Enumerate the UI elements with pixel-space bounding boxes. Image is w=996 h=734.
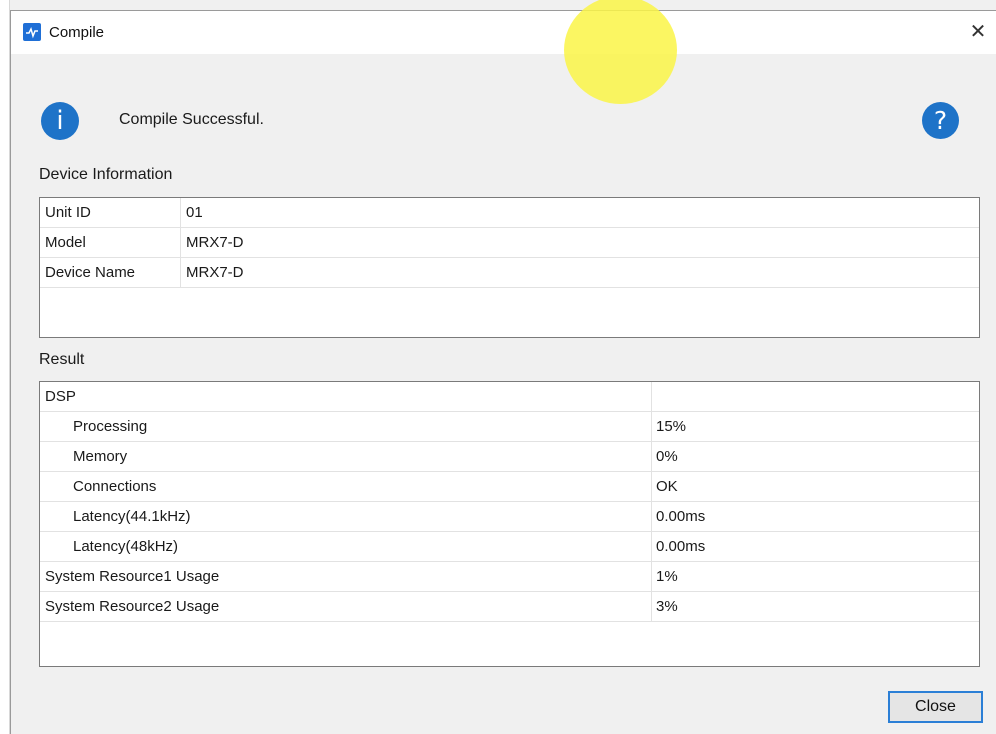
device-info-label: Device Information xyxy=(39,166,173,183)
row-value: 0.00ms xyxy=(656,538,706,555)
row-value: 1% xyxy=(656,568,678,585)
row-key: Model xyxy=(45,234,86,251)
table-row: Latency(44.1kHz) 0.00ms xyxy=(40,502,979,532)
cursor-highlight xyxy=(564,0,677,104)
title-bar: Compile ✕ xyxy=(11,11,996,54)
device-info-table: Unit ID 01 Model MRX7-D Device Name MRX7… xyxy=(39,197,980,338)
row-key: Latency(48kHz) xyxy=(73,538,179,555)
row-value: OK xyxy=(656,478,678,495)
row-key: System Resource1 Usage xyxy=(45,568,220,585)
row-key: Device Name xyxy=(45,264,136,281)
row-key: DSP xyxy=(45,388,76,405)
row-key: Unit ID xyxy=(45,204,91,221)
row-key: Latency(44.1kHz) xyxy=(73,508,191,525)
table-row: DSP xyxy=(40,382,979,412)
result-label: Result xyxy=(39,351,85,368)
table-row: Processing 15% xyxy=(40,412,979,442)
table-row: Device Name MRX7-D xyxy=(40,258,979,288)
status-message: Compile Successful. xyxy=(119,111,264,128)
table-row: Connections OK xyxy=(40,472,979,502)
close-icon[interactable]: ✕ xyxy=(960,17,996,47)
row-value: 3% xyxy=(656,598,678,615)
row-key: Processing xyxy=(73,418,148,435)
table-row: System Resource2 Usage 3% xyxy=(40,592,979,622)
help-icon[interactable]: ? xyxy=(922,102,959,139)
result-table: DSP Processing 15% Memory 0% Connections… xyxy=(39,381,980,667)
table-row: Latency(48kHz) 0.00ms xyxy=(40,532,979,562)
row-value: MRX7-D xyxy=(186,234,244,251)
row-value: 0% xyxy=(656,448,678,465)
compile-dialog: Compile ✕ i Compile Successful. ? Device… xyxy=(10,0,996,734)
info-icon: i xyxy=(41,102,79,140)
row-value: 01 xyxy=(186,204,203,221)
table-row: Unit ID 01 xyxy=(40,198,979,228)
app-icon xyxy=(23,23,41,41)
row-key: Connections xyxy=(73,478,157,495)
row-key: System Resource2 Usage xyxy=(45,598,220,615)
table-row: Model MRX7-D xyxy=(40,228,979,258)
row-value: MRX7-D xyxy=(186,264,244,281)
close-button[interactable]: Close xyxy=(888,691,983,723)
row-value: 15% xyxy=(656,418,687,435)
row-key: Memory xyxy=(73,448,128,465)
background-window-edge xyxy=(0,0,10,734)
window-title: Compile xyxy=(49,24,105,41)
table-row: Memory 0% xyxy=(40,442,979,472)
table-row: System Resource1 Usage 1% xyxy=(40,562,979,592)
row-value: 0.00ms xyxy=(656,508,706,525)
